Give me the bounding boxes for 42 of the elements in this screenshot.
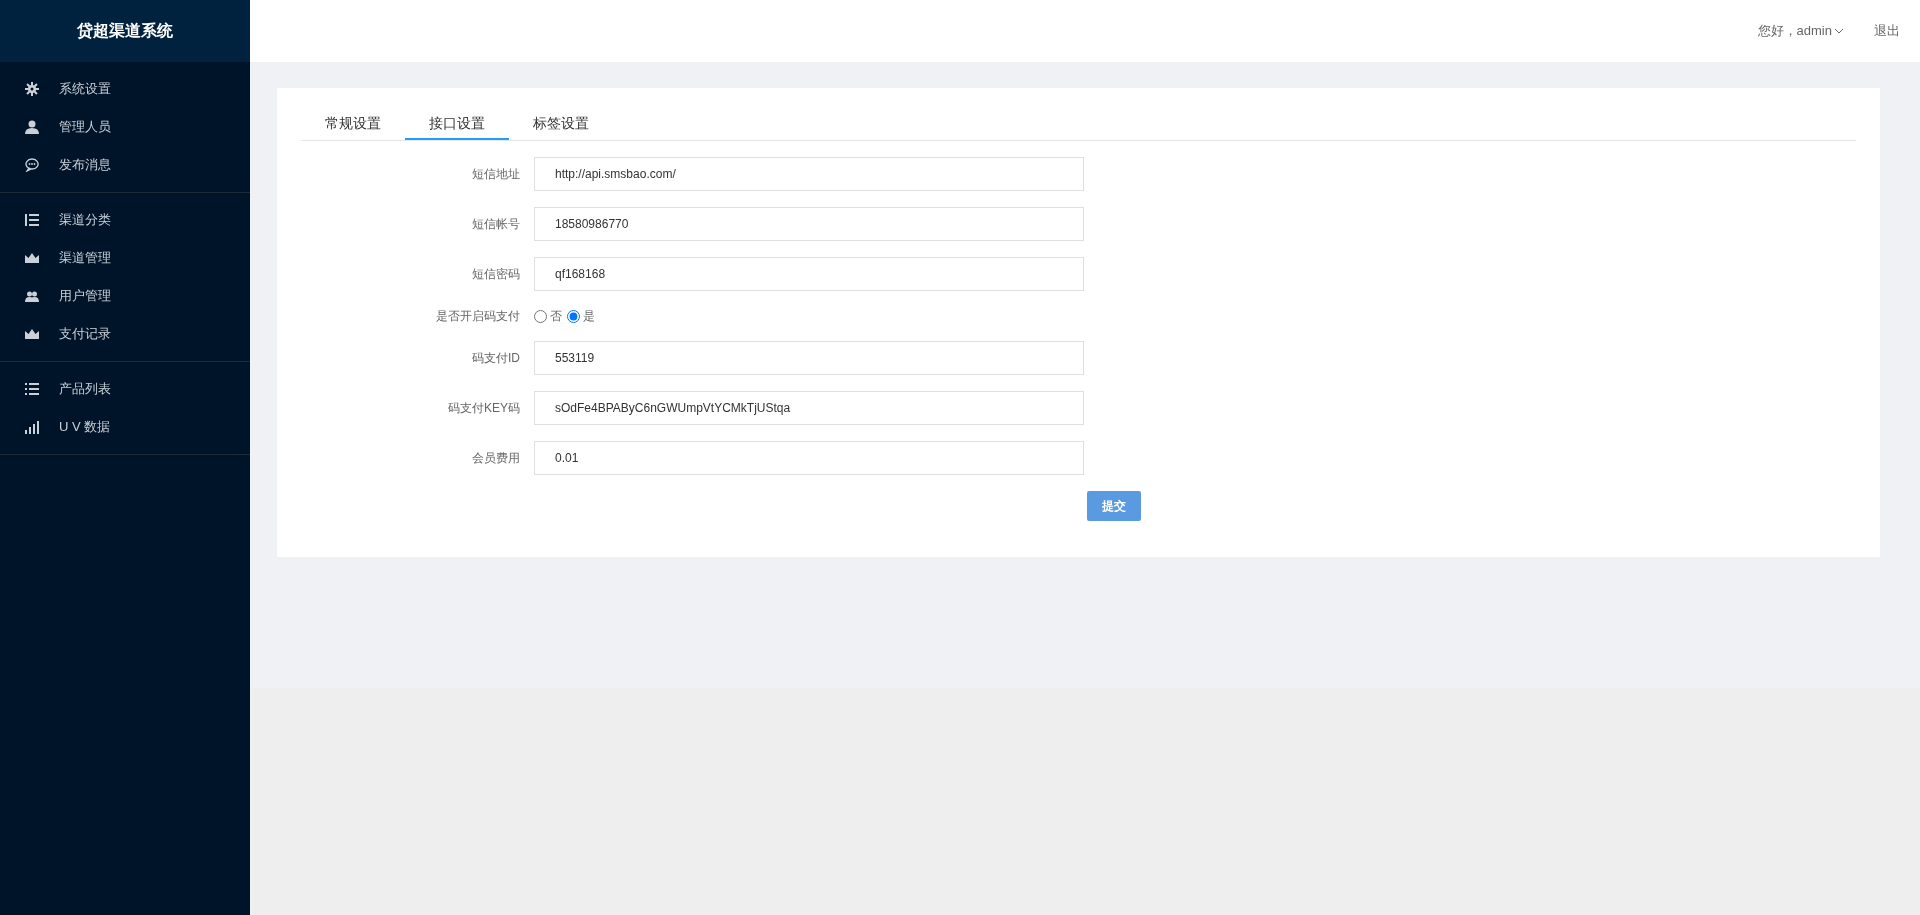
sidebar-item[interactable]: 渠道管理: [0, 239, 250, 277]
field-label: 码支付KEY码: [447, 400, 521, 417]
tab[interactable]: 标签设置: [509, 108, 613, 140]
user-menu[interactable]: 您好，admin: [1757, 21, 1844, 41]
sidebar-item[interactable]: 管理人员: [0, 108, 250, 146]
users-icon: [25, 289, 39, 303]
sidebar-item[interactable]: 发布消息: [0, 146, 250, 184]
field-label: 短信地址: [471, 166, 521, 183]
sidebar-item[interactable]: 渠道分类: [0, 201, 250, 239]
input-field[interactable]: 553119: [534, 341, 1084, 375]
field-label: 短信密码: [471, 266, 521, 283]
sidebar-item[interactable]: 支付记录: [0, 315, 250, 353]
field-label: 会员费用: [471, 450, 521, 467]
logout-link[interactable]: 退出: [1874, 21, 1900, 41]
user-icon: [25, 120, 39, 134]
tab[interactable]: 常规设置: [301, 108, 405, 140]
list-icon: [25, 382, 39, 396]
radio-button[interactable]: [567, 309, 580, 323]
input-field[interactable]: http://api.smsbao.com/: [534, 157, 1084, 191]
sidebar-item[interactable]: 产品列表: [0, 370, 250, 408]
app-title: 贷超渠道系统: [77, 21, 173, 42]
sidebar-item[interactable]: 用户管理: [0, 277, 250, 315]
gear-icon: [25, 82, 39, 96]
crown-icon: [25, 251, 39, 265]
input-field[interactable]: 18580986770: [534, 207, 1084, 241]
input-field[interactable]: sOdFe4BPAByC6nGWUmpVtYCMkTjUStqa: [534, 391, 1084, 425]
sidebar-item[interactable]: 系统设置: [0, 70, 250, 108]
radio-button[interactable]: [534, 309, 547, 323]
chevron-down-icon: [1834, 28, 1844, 34]
radio-label: 否: [550, 308, 562, 325]
input-field[interactable]: qf168168: [534, 257, 1084, 291]
chat-bubble-icon: [25, 158, 39, 172]
radio-label: 是: [583, 308, 595, 325]
tab[interactable]: 接口设置: [405, 108, 509, 140]
sidebar-item[interactable]: U V 数据: [0, 408, 250, 446]
field-label: 码支付ID: [471, 350, 521, 367]
input-field[interactable]: 0.01: [534, 441, 1084, 475]
field-label: 短信帐号: [471, 216, 521, 233]
crown-icon: [25, 327, 39, 341]
bar-chart-icon: [25, 420, 39, 434]
list-icon: [25, 213, 39, 227]
field-label: 是否开启码支付: [435, 308, 521, 325]
